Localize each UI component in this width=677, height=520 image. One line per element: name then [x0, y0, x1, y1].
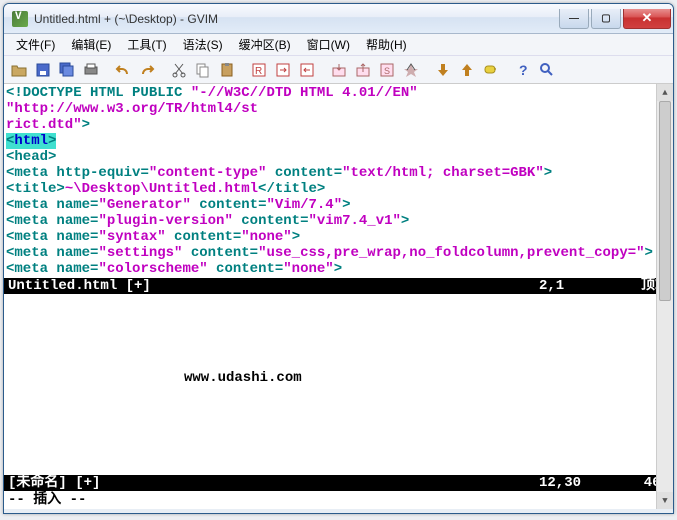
status-line-top: Untitled.html [+] 2,1 顶端	[4, 278, 673, 294]
menu-file[interactable]: 文件(F)	[10, 34, 61, 55]
menu-help[interactable]: 帮助(H)	[360, 34, 413, 55]
status-position: 2,1	[539, 278, 619, 294]
status-filename: [未命名] [+]	[8, 475, 539, 491]
ctags-icon[interactable]	[456, 59, 478, 81]
minimize-button[interactable]: —	[559, 9, 589, 29]
paste-icon[interactable]	[216, 59, 238, 81]
findprev-icon[interactable]	[296, 59, 318, 81]
code-text: >	[82, 117, 90, 133]
code-text: <!DOCTYPE HTML PUBLIC	[6, 85, 191, 101]
session-load-icon[interactable]	[328, 59, 350, 81]
close-button[interactable]: ✕	[623, 9, 671, 29]
toolbar: R S ?	[4, 56, 673, 84]
scroll-thumb[interactable]	[659, 101, 671, 301]
cursor: <html>	[6, 133, 56, 149]
window-controls: — ▢ ✕	[559, 9, 671, 29]
menu-buffer[interactable]: 缓冲区(B)	[233, 34, 297, 55]
saveall-icon[interactable]	[56, 59, 78, 81]
window-border	[4, 509, 673, 513]
svg-text:S: S	[384, 66, 390, 76]
shell-icon[interactable]	[432, 59, 454, 81]
copy-icon[interactable]	[192, 59, 214, 81]
menubar: 文件(F) 编辑(E) 工具(T) 语法(S) 缓冲区(B) 窗口(W) 帮助(…	[4, 34, 673, 56]
watermark-text: www.udashi.com	[184, 370, 302, 386]
tags-icon[interactable]	[480, 59, 502, 81]
make-icon[interactable]	[400, 59, 422, 81]
status-filename: Untitled.html [+]	[8, 278, 539, 294]
cut-icon[interactable]	[168, 59, 190, 81]
find-help-icon[interactable]	[536, 59, 558, 81]
vim-icon	[12, 11, 28, 27]
session-save-icon[interactable]	[352, 59, 374, 81]
scroll-down-icon[interactable]: ▼	[657, 492, 673, 509]
status-line-bottom: [未命名] [+] 12,30 46%	[4, 475, 673, 491]
redo-icon[interactable]	[136, 59, 158, 81]
maximize-button[interactable]: ▢	[591, 9, 621, 29]
script-icon[interactable]: S	[376, 59, 398, 81]
code-text: rict.dtd"	[6, 117, 82, 133]
svg-text:?: ?	[519, 62, 528, 78]
code-text: <head>	[6, 149, 56, 165]
buffer-top[interactable]: <!DOCTYPE HTML PUBLIC "-//W3C//DTD HTML …	[4, 84, 673, 278]
titlebar[interactable]: Untitled.html + (~\Desktop) - GVIM — ▢ ✕	[4, 4, 673, 34]
help-icon[interactable]: ?	[512, 59, 534, 81]
command-line[interactable]: -- 插入 --	[4, 491, 673, 509]
editor-area[interactable]: ▲ ▼ <!DOCTYPE HTML PUBLIC "-//W3C//DTD H…	[4, 84, 673, 509]
menu-syntax[interactable]: 语法(S)	[177, 34, 229, 55]
undo-icon[interactable]	[112, 59, 134, 81]
print-icon[interactable]	[80, 59, 102, 81]
window-title: Untitled.html + (~\Desktop) - GVIM	[34, 12, 559, 26]
menu-edit[interactable]: 编辑(E)	[65, 34, 117, 55]
buffer-bottom[interactable]: www.udashi.com	[4, 294, 673, 475]
svg-text:R: R	[255, 66, 262, 77]
status-position: 12,30	[539, 475, 619, 491]
gvim-window: Untitled.html + (~\Desktop) - GVIM — ▢ ✕…	[3, 3, 674, 514]
menu-tools[interactable]: 工具(T)	[121, 34, 172, 55]
save-icon[interactable]	[32, 59, 54, 81]
replace-icon[interactable]: R	[248, 59, 270, 81]
menu-window[interactable]: 窗口(W)	[301, 34, 356, 55]
scroll-up-icon[interactable]: ▲	[657, 84, 673, 101]
findnext-icon[interactable]	[272, 59, 294, 81]
open-icon[interactable]	[8, 59, 30, 81]
